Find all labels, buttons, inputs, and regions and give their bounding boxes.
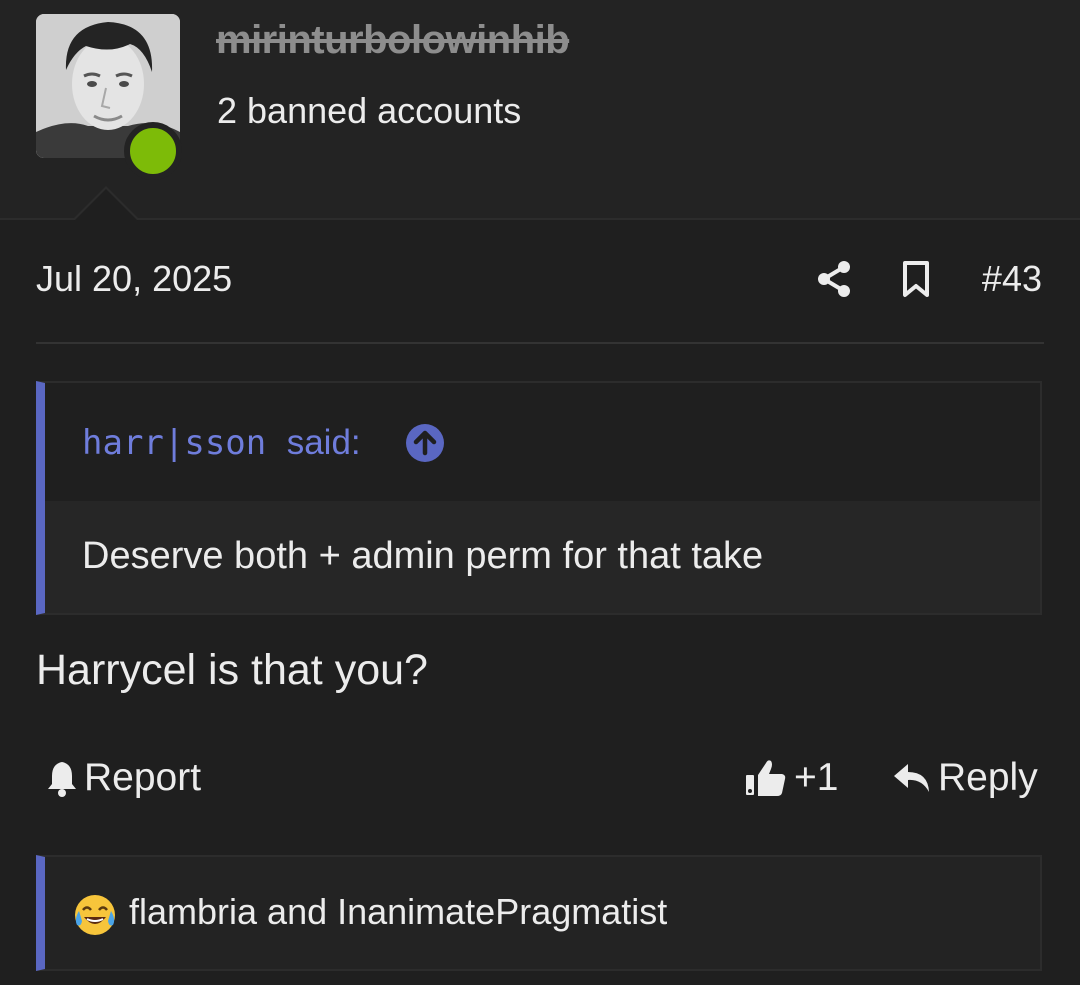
header-pointer-inner xyxy=(74,189,138,221)
jump-to-quote-icon[interactable] xyxy=(405,423,445,463)
thumbs-up-icon xyxy=(746,760,786,796)
quote-text: Deserve both + admin perm for that take xyxy=(82,535,764,577)
reaction-users[interactable]: flambria and InanimatePragmatist xyxy=(129,891,667,933)
post-page: mirinturbolowinhib 2 banned accounts Jul… xyxy=(0,0,1080,985)
bell-icon xyxy=(48,762,76,797)
report-label: Report xyxy=(84,756,202,799)
report-button[interactable]: Report xyxy=(46,754,201,802)
quote-header: harr|sson said: xyxy=(45,383,1040,501)
quote-block: harr|sson said: Deserve both + admin per… xyxy=(36,381,1042,615)
reply-arrow-icon xyxy=(894,764,929,792)
like-count: +1 xyxy=(794,756,839,799)
post-date[interactable]: Jul 20, 2025 xyxy=(36,258,232,300)
share-icon[interactable] xyxy=(814,258,854,300)
reactions-bar[interactable]: flambria and InanimatePragmatist xyxy=(36,855,1042,971)
username-link[interactable]: mirinturbolowinhib xyxy=(216,18,570,63)
user-title: 2 banned accounts xyxy=(217,90,522,131)
avatar-container[interactable] xyxy=(36,14,182,180)
quote-said-label: said: xyxy=(286,423,361,462)
tears-of-joy-emoji-icon xyxy=(73,893,117,937)
quote-attribution[interactable]: harr|sson said: xyxy=(82,423,361,463)
online-status-dot xyxy=(124,122,182,180)
bookmark-icon[interactable] xyxy=(896,258,936,300)
reply-label: Reply xyxy=(938,756,1038,799)
quote-author[interactable]: harr|sson xyxy=(82,423,266,463)
like-button[interactable]: +1 xyxy=(744,754,838,802)
meta-divider xyxy=(36,342,1044,344)
post-body: Harrycel is that you? xyxy=(36,646,428,694)
post-number-link[interactable]: #43 xyxy=(982,258,1042,300)
user-header: mirinturbolowinhib 2 banned accounts xyxy=(0,0,1080,220)
reply-button[interactable]: Reply xyxy=(892,754,1038,802)
quote-content: Deserve both + admin perm for that take xyxy=(45,501,1040,613)
